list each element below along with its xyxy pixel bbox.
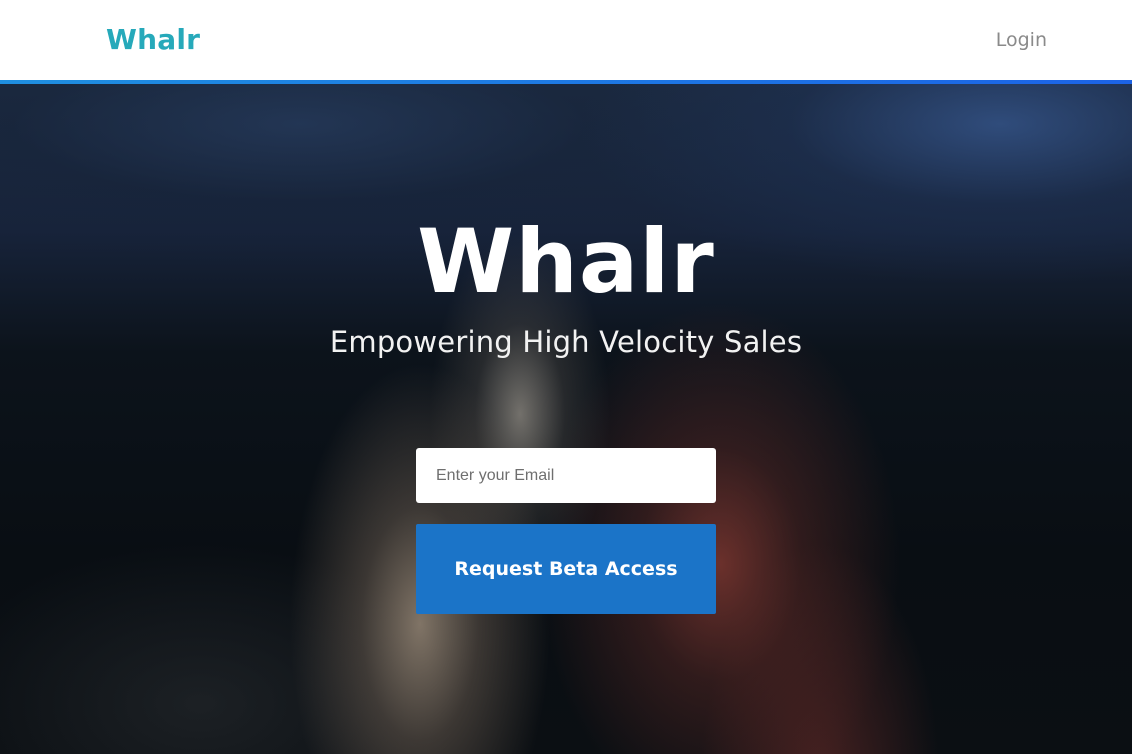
top-navbar: Whalr Login — [0, 0, 1132, 80]
hero-subtitle: Empowering High Velocity Sales — [329, 325, 803, 359]
hero-section: Whalr Empowering High Velocity Sales Req… — [0, 84, 1132, 754]
navbar-accent-bar — [0, 80, 1132, 84]
email-input[interactable] — [416, 448, 716, 503]
hero-title: Whalr — [417, 210, 715, 313]
request-beta-access-button[interactable]: Request Beta Access — [416, 524, 716, 614]
login-link[interactable]: Login — [996, 28, 1047, 52]
brand-logo-link[interactable]: Whalr — [106, 22, 200, 58]
landing-page: Whalr Login Whalr Empowering High Veloci… — [0, 0, 1132, 754]
